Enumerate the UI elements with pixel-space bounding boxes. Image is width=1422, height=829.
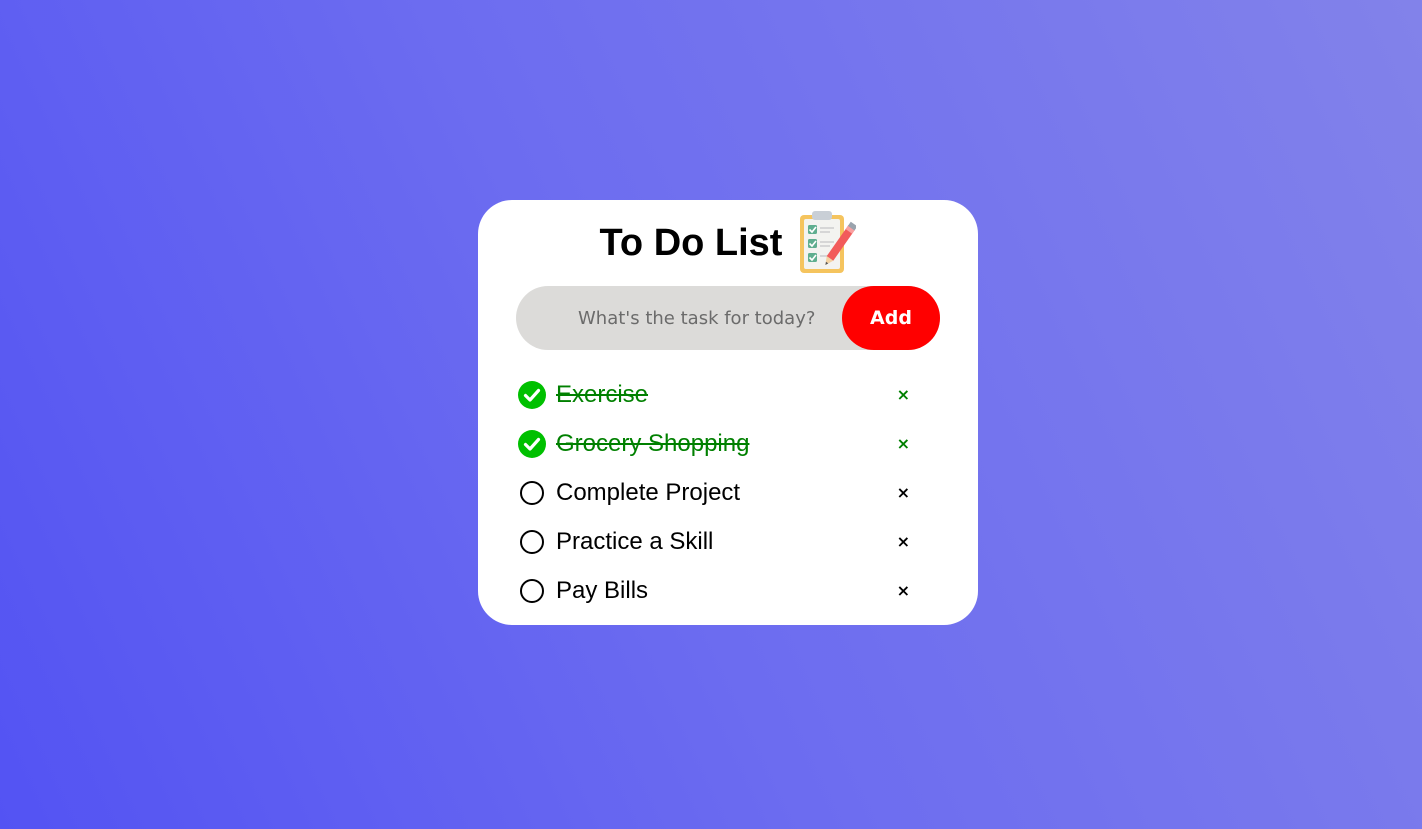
task-label: Practice a Skill xyxy=(556,527,714,555)
task-input[interactable] xyxy=(516,286,856,350)
task-item[interactable]: Exercise × xyxy=(516,370,940,419)
header: To Do List xyxy=(478,208,978,278)
delete-task-button[interactable]: × xyxy=(897,484,910,501)
task-item[interactable]: Grocery Shopping × xyxy=(516,419,940,468)
task-label: Grocery Shopping xyxy=(556,429,750,457)
add-button[interactable]: Add xyxy=(842,286,940,350)
todo-card: To Do List What's the task for today? Ad… xyxy=(478,200,978,625)
checked-circle-icon[interactable] xyxy=(517,380,547,410)
task-label: Pay Bills xyxy=(556,576,649,604)
task-item[interactable]: Practice a Skill × xyxy=(516,517,940,566)
task-input-row: Add xyxy=(516,286,940,350)
app-title: To Do List xyxy=(599,221,783,264)
task-label: Exercise xyxy=(556,380,649,408)
checked-circle-icon[interactable] xyxy=(517,429,547,459)
delete-task-button[interactable]: × xyxy=(897,533,910,550)
delete-task-button[interactable]: × xyxy=(897,435,910,452)
unchecked-circle-icon[interactable] xyxy=(517,576,547,606)
task-label: Complete Project xyxy=(556,478,741,506)
task-list: Exercise × Grocery Shopping × Complete P… xyxy=(516,370,940,615)
unchecked-circle-icon[interactable] xyxy=(517,478,547,508)
delete-task-button[interactable]: × xyxy=(897,386,910,403)
task-item[interactable]: Complete Project × xyxy=(516,468,940,517)
clipboard-checklist-icon xyxy=(798,209,858,277)
unchecked-circle-icon[interactable] xyxy=(517,527,547,557)
task-item[interactable]: Pay Bills × xyxy=(516,566,940,615)
delete-task-button[interactable]: × xyxy=(897,582,910,599)
